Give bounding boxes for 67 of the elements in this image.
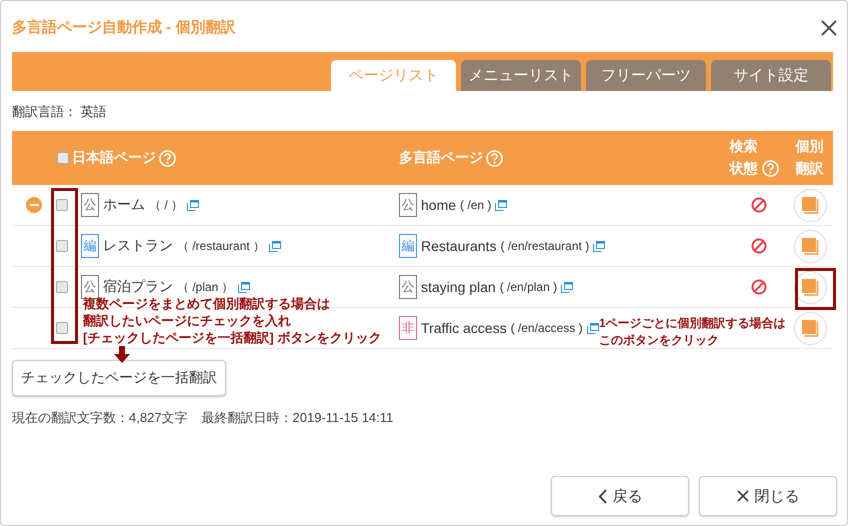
status-badge: 公 bbox=[81, 193, 99, 217]
stats-text: 現在の翻訳文字数：4,827文字 bbox=[12, 409, 188, 427]
page-title: staying plan bbox=[421, 279, 496, 295]
external-link-icon[interactable] bbox=[561, 282, 574, 292]
help-icon[interactable] bbox=[762, 160, 779, 177]
row-checkbox[interactable] bbox=[56, 322, 68, 334]
prohibited-icon bbox=[751, 197, 767, 213]
page-path: ( /en/plan ) bbox=[500, 280, 558, 294]
close-button[interactable]: 閉じる bbox=[699, 476, 837, 516]
book-icon bbox=[802, 196, 818, 214]
tab[interactable]: フリーパーツ bbox=[586, 60, 706, 91]
tab[interactable]: サイト設定 bbox=[711, 60, 831, 91]
page-path: ( /en ) bbox=[460, 198, 492, 212]
column-header: 日本語ページ bbox=[72, 149, 156, 167]
page-title: レストラン bbox=[103, 237, 173, 255]
back-button[interactable]: 戻る bbox=[551, 476, 689, 516]
page-title: home bbox=[421, 197, 456, 213]
dialog-title: 多言語ページ自動作成 - 個別翻訳 bbox=[12, 18, 236, 37]
page-path: （ / ） bbox=[149, 196, 184, 214]
page-path: ( /en/restaurant ) bbox=[500, 239, 590, 253]
page-title: Traffic access bbox=[421, 320, 507, 336]
stats-text: 最終翻訳日時：2019-11-15 14:11 bbox=[202, 409, 394, 427]
column-header: 多言語ページ bbox=[399, 149, 483, 167]
bulk-translate-button[interactable]: チェックしたページを一括翻訳 bbox=[12, 360, 226, 396]
select-all-checkbox[interactable] bbox=[57, 152, 69, 164]
column-header: 検索状態 bbox=[730, 137, 759, 178]
collapse-icon[interactable] bbox=[26, 197, 42, 213]
status-badge: 編 bbox=[81, 234, 99, 258]
external-link-icon[interactable] bbox=[495, 200, 508, 210]
annotation-text: [チェックしたページを一括翻訳] ボタンをクリック bbox=[83, 329, 382, 346]
external-link-icon[interactable] bbox=[187, 200, 200, 210]
annotation-text: このボタンをクリック bbox=[599, 332, 719, 349]
status-badge: 公 bbox=[399, 275, 417, 299]
page-title: 宿泊プラン bbox=[103, 278, 173, 296]
status-badge: 非 bbox=[399, 316, 417, 340]
tab[interactable]: メニューリスト bbox=[461, 60, 581, 91]
close-icon bbox=[736, 490, 748, 502]
book-icon bbox=[802, 320, 818, 336]
status-badge: 編 bbox=[399, 234, 417, 258]
close-icon[interactable] bbox=[821, 20, 837, 36]
book-icon bbox=[802, 238, 818, 254]
page-path: （ /restaurant ） bbox=[177, 238, 266, 254]
prohibited-icon bbox=[751, 279, 767, 295]
highlight-frame bbox=[795, 268, 836, 310]
tab[interactable]: ページリスト bbox=[331, 60, 456, 91]
external-link-icon[interactable] bbox=[238, 282, 250, 292]
row-checkbox[interactable] bbox=[56, 240, 68, 252]
page-title: ホーム bbox=[103, 196, 145, 214]
help-icon[interactable] bbox=[159, 150, 176, 166]
book-icon bbox=[802, 278, 818, 296]
page-path: （ /plan ） bbox=[177, 278, 234, 296]
language-label: 翻訳言語： 英語 bbox=[12, 103, 108, 121]
external-link-icon[interactable] bbox=[269, 240, 282, 252]
annotation-text: 翻訳したいページにチェックを入れ bbox=[83, 312, 291, 329]
row-checkbox[interactable] bbox=[56, 199, 68, 211]
prohibited-icon bbox=[751, 238, 767, 254]
external-link-icon[interactable] bbox=[593, 240, 606, 252]
row-checkbox[interactable] bbox=[56, 281, 68, 293]
status-badge: 公 bbox=[399, 193, 417, 217]
chevron-left-icon bbox=[598, 488, 606, 504]
help-icon[interactable] bbox=[486, 150, 503, 166]
annotation-text: 1ページごとに個別翻訳する場合は bbox=[599, 315, 786, 332]
page-title: Restaurants bbox=[421, 238, 496, 254]
column-header: 個別翻訳 bbox=[795, 137, 824, 178]
down-arrow-icon bbox=[114, 346, 130, 363]
external-link-icon[interactable] bbox=[586, 322, 599, 334]
page-path: ( /en/access ) bbox=[510, 321, 583, 335]
